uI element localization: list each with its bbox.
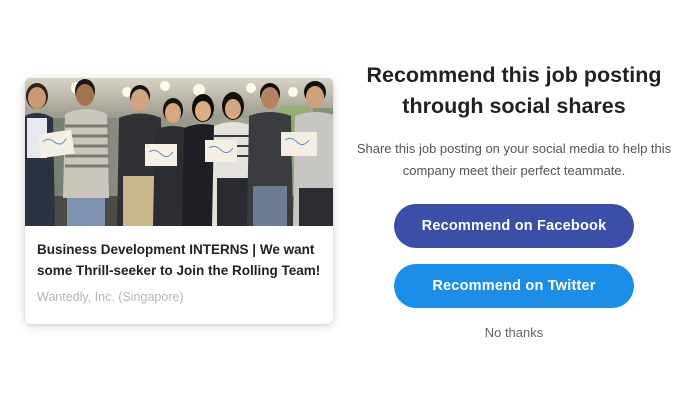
job-title: Business Development INTERNS | We want s… <box>37 242 321 278</box>
share-dialog: Business Development INTERNS | We want s… <box>0 0 696 402</box>
no-thanks-link[interactable]: No thanks <box>485 325 544 340</box>
share-panel: Recommend this job posting through socia… <box>336 60 692 342</box>
team-photo <box>25 78 333 226</box>
share-description: Share this job posting on your social me… <box>356 141 672 178</box>
job-card-body: Business Development INTERNS | We want s… <box>25 226 333 305</box>
recommend-facebook-button[interactable]: Recommend on Facebook <box>394 204 634 248</box>
share-heading: Recommend this job posting through socia… <box>366 63 662 118</box>
job-card[interactable]: Business Development INTERNS | We want s… <box>25 78 333 324</box>
recommend-twitter-button[interactable]: Recommend on Twitter <box>394 264 634 308</box>
company-name: Wantedly, Inc. (Singapore) <box>37 290 184 304</box>
